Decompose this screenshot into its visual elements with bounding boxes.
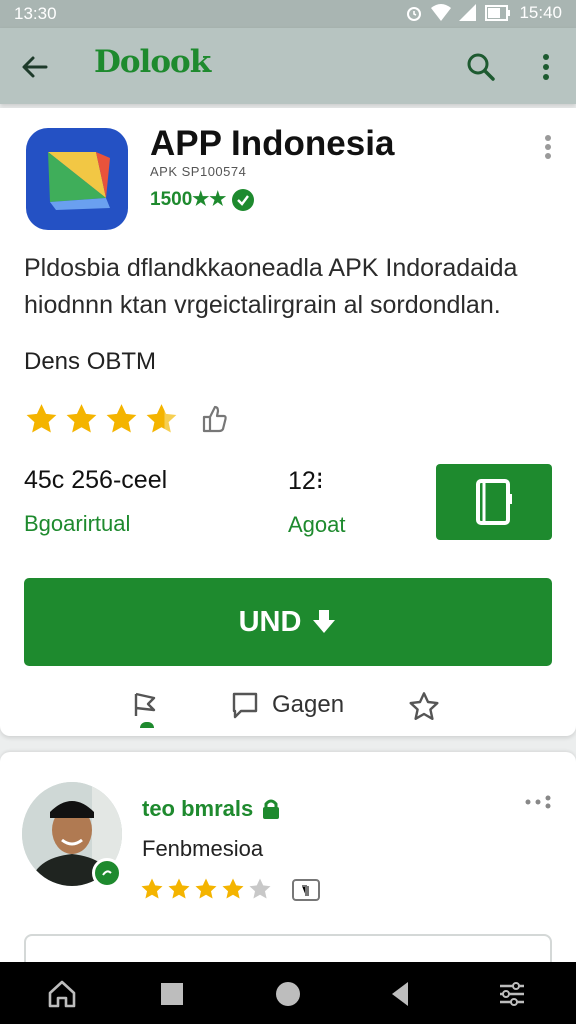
signal-icon xyxy=(459,4,477,21)
reviewer-row: teo bmrals xyxy=(142,796,281,822)
status-icons: 15:40 xyxy=(405,3,562,23)
app-detail-card: APP Indonesia APK SP100574 1500★★ Pldosb… xyxy=(0,108,576,736)
more-vert-icon[interactable] xyxy=(532,50,560,84)
star-empty-icon xyxy=(249,878,271,899)
stat-age-value: 12⁝ xyxy=(288,467,324,495)
system-nav-bar xyxy=(0,962,576,1024)
verified-icon xyxy=(232,188,255,211)
comment-action[interactable]: Gagen xyxy=(230,690,344,720)
share-action[interactable] xyxy=(130,690,160,720)
status-time-right: 15:40 xyxy=(519,3,562,22)
back-icon[interactable] xyxy=(384,978,416,1010)
app-logo-icon xyxy=(48,152,110,210)
app-bar: Dolook xyxy=(0,28,576,104)
share-icon xyxy=(134,692,156,716)
app-stars xyxy=(24,402,228,436)
app-bar-title: Dolook xyxy=(94,44,211,80)
search-icon[interactable] xyxy=(464,50,498,84)
review-more-icon[interactable] xyxy=(524,792,552,812)
avatar-badge-icon xyxy=(92,858,122,888)
open-app-button[interactable] xyxy=(436,464,552,540)
thumb-icon[interactable] xyxy=(200,404,228,434)
download-icon xyxy=(313,610,336,633)
home-icon[interactable] xyxy=(46,978,78,1010)
star-half-icon xyxy=(146,404,177,433)
app-description: Pldosbia dflandkkaoneadla APK Indoradaid… xyxy=(24,254,518,319)
star-icon xyxy=(26,404,57,433)
star-icon xyxy=(195,878,217,899)
wishlist-action[interactable] xyxy=(408,690,440,722)
section-label: Dens OBTM xyxy=(24,348,157,375)
alarm-icon xyxy=(407,7,422,21)
star-outline-icon xyxy=(409,692,439,720)
settings-icon[interactable] xyxy=(496,978,528,1010)
star-icon xyxy=(168,878,190,899)
stat-size: 45c 256-ceel Bgoarirtual xyxy=(24,466,167,537)
circle-icon[interactable] xyxy=(272,978,304,1010)
stat-age: 12⁝ Agoat xyxy=(288,466,346,538)
lock-icon xyxy=(263,799,280,819)
star-icon xyxy=(106,404,137,433)
star-icon xyxy=(66,404,97,433)
install-label: UND xyxy=(238,605,302,638)
wifi-icon xyxy=(431,4,452,21)
star-icon xyxy=(222,878,244,899)
open-app-icon xyxy=(476,479,512,525)
reviewer-name[interactable]: teo bmrals xyxy=(142,796,253,822)
recents-icon[interactable] xyxy=(156,978,188,1010)
tab-indicator xyxy=(140,722,154,728)
back-arrow-icon[interactable] xyxy=(18,50,52,84)
status-time: 13:30 xyxy=(14,4,57,23)
app-subtitle: APK SP100574 xyxy=(150,164,247,179)
install-button[interactable]: UND xyxy=(24,578,552,666)
stat-age-label: Agoat xyxy=(288,512,346,537)
reviewer-subtitle: Fenbmesioa xyxy=(142,836,264,861)
comment-label: Gagen xyxy=(272,691,345,718)
star-icon xyxy=(141,878,163,899)
stat-size-value: 45c 256-ceel xyxy=(24,466,168,494)
comment-icon xyxy=(232,692,258,719)
review-stars xyxy=(140,876,321,902)
card-more-icon[interactable] xyxy=(538,132,558,162)
stat-size-label: Bgoarirtual xyxy=(24,511,131,536)
app-icon[interactable] xyxy=(26,128,128,230)
thumb-icon[interactable] xyxy=(291,876,321,902)
app-name: APP Indonesia xyxy=(150,124,395,163)
action-tabs: Gagen xyxy=(0,682,576,728)
rating-text: 1500★★ xyxy=(150,189,227,210)
battery-icon xyxy=(485,5,511,21)
status-bar: 13:30 15:40 xyxy=(0,0,576,28)
rating-row: 1500★★ xyxy=(150,188,255,211)
